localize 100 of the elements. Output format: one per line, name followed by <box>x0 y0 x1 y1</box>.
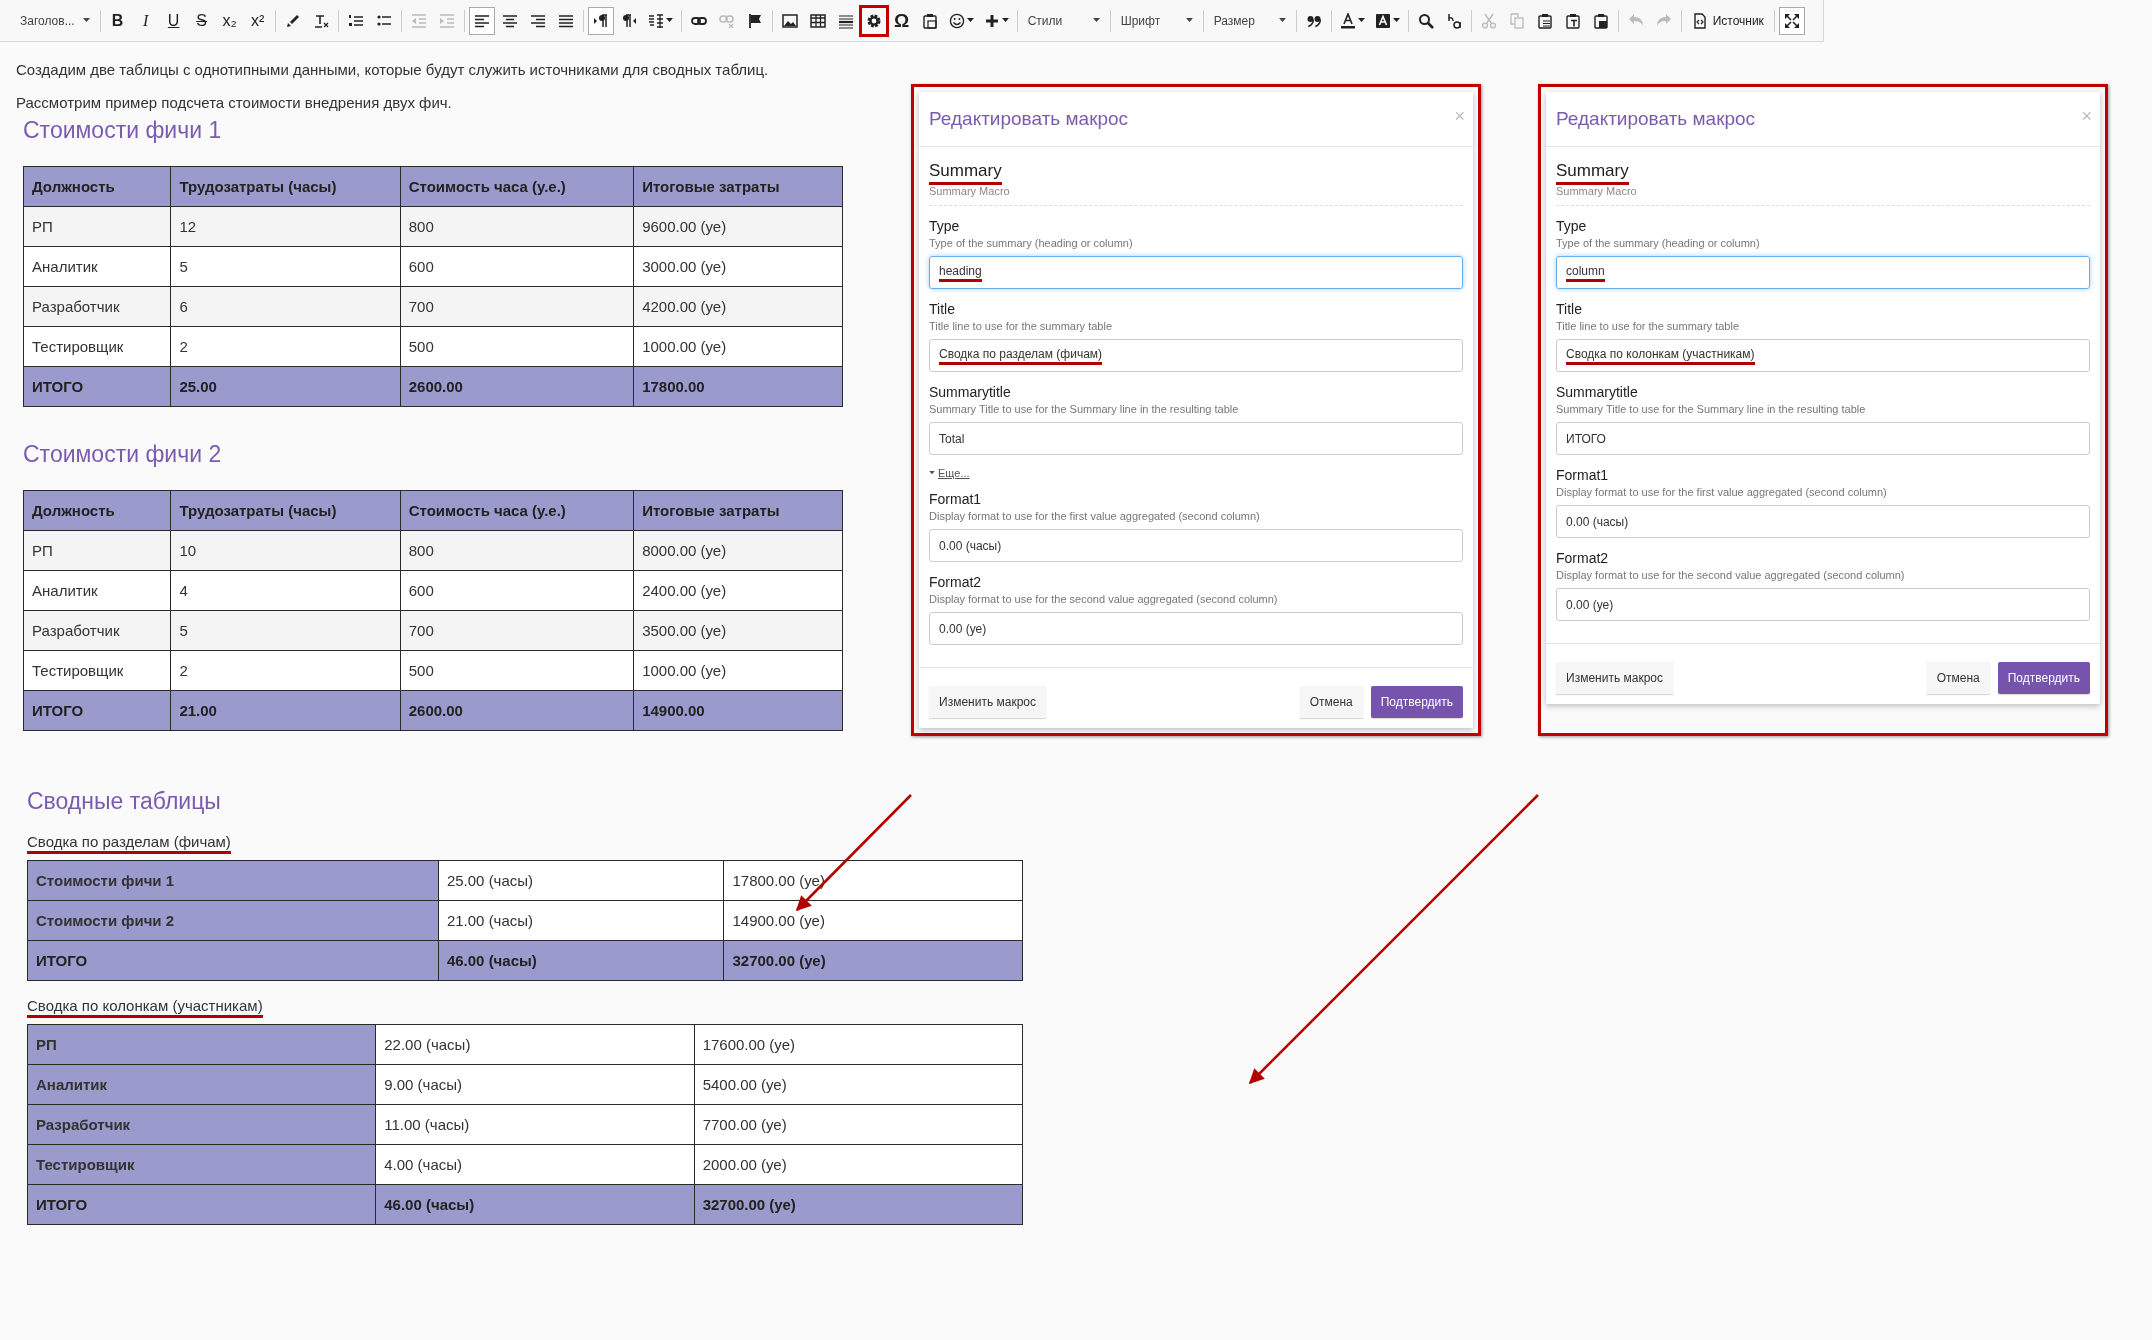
macro-name: Summary <box>929 161 1002 185</box>
input-field[interactable]: Сводка по разделам (фичам) <box>929 339 1463 372</box>
table-cell: 4 <box>170 570 401 611</box>
total-cell: 32700.00 (уе) <box>724 940 1023 981</box>
table-cell: 1000.00 (уе) <box>633 650 843 691</box>
plus-icon <box>983 12 1000 29</box>
table-cell: 12 <box>170 206 401 247</box>
caret-icon <box>1357 18 1365 23</box>
input-field[interactable]: 0.00 (часы) <box>1556 505 2090 538</box>
align-center-icon <box>501 12 518 29</box>
toolbar-button[interactable]: Ω <box>888 6 915 35</box>
table-cell: 2400.00 (уе) <box>633 570 843 611</box>
field-label: Summarytitle <box>929 384 1012 400</box>
input-field[interactable]: 0.00 (уе) <box>929 612 1463 645</box>
table-cell: 2 <box>170 326 401 367</box>
dialog-button[interactable]: Отмена <box>1299 686 1363 718</box>
total-cell: 14900.00 <box>633 690 843 731</box>
dialog-title: Редактировать макрос <box>1556 108 1756 130</box>
table-cell: 500 <box>400 650 634 691</box>
field-label: Format2 <box>1556 550 1610 566</box>
input-field[interactable]: 0.00 (часы) <box>929 529 1463 562</box>
toolbar-button[interactable]: S <box>188 6 215 35</box>
input-field[interactable]: Сводка по колонкам (участникам) <box>1556 339 2090 372</box>
caret-icon <box>82 18 90 23</box>
table-cell: 500 <box>400 326 634 367</box>
paragraph: Рассмотрим пример подсчета стоимости внедрения двух фич. <box>16 93 453 113</box>
confirm-button[interactable]: Подтвердить <box>1997 662 2090 694</box>
source-button[interactable]: Источник <box>1685 6 1770 35</box>
total-cell: ИТОГО <box>23 366 171 407</box>
toolbar-dropdown[interactable]: Шрифт <box>1114 6 1199 35</box>
toolbar-button[interactable]: I <box>132 6 159 35</box>
search-icon <box>1417 12 1434 29</box>
table-cell: 25.00 (часы) <box>438 860 724 901</box>
column-header: Должность <box>23 166 171 207</box>
input-field[interactable]: column <box>1556 256 2090 289</box>
table-cell: 800 <box>400 206 634 247</box>
table-cell: 17800.00 (уе) <box>724 860 1023 901</box>
field-label: Type <box>929 218 961 234</box>
dialog-button[interactable]: Изменить макрос <box>929 686 1046 718</box>
field-description: Type of the summary (heading or column) <box>1556 237 1761 249</box>
table-cell: 9600.00 (уе) <box>633 206 843 247</box>
table-cell: РП <box>23 530 171 571</box>
maximize-button[interactable] <box>1778 6 1805 35</box>
caret-icon <box>1092 18 1100 23</box>
field-label: Format1 <box>929 491 983 507</box>
clear-format-icon <box>312 12 329 29</box>
paragraph: Создадим две таблицы с однотипными данными, которые будут служить источниками для сводных таблиц. <box>16 60 770 80</box>
table-cell: 8000.00 (уе) <box>633 530 843 571</box>
macro-description: Summary Macro <box>1556 185 1638 197</box>
field-description: Display format to use for the first value aggregated (second column) <box>1556 486 1888 498</box>
indent-icon <box>438 12 455 29</box>
table-cell: 14900.00 (уе) <box>724 900 1023 941</box>
toolbar-dropdown[interactable]: Заголов... <box>14 6 96 35</box>
caret-icon <box>1278 18 1286 23</box>
left-to-right-icon <box>592 12 609 29</box>
macro-description: Summary Macro <box>929 185 1011 197</box>
total-cell: ИТОГО <box>27 1184 376 1225</box>
table-cell: 9.00 (часы) <box>375 1064 695 1105</box>
column-header: Стоимость часа (у.е.) <box>400 166 634 207</box>
left-to-right-button[interactable] <box>587 6 614 35</box>
table-cell: Тестировщик <box>23 650 171 691</box>
toolbar-dropdown[interactable]: Размер <box>1207 6 1292 35</box>
gear-button[interactable] <box>860 6 887 35</box>
table-cell: Разработчик <box>23 286 171 327</box>
clipboard-icon <box>1564 12 1581 29</box>
toolbar-dropdown[interactable]: Стили <box>1021 6 1106 35</box>
toolbar-button[interactable]: x₂ <box>216 6 243 35</box>
input-field[interactable]: Total <box>929 422 1463 455</box>
table-cell: 3500.00 (уе) <box>633 610 843 651</box>
total-cell: 25.00 <box>170 366 401 407</box>
toolbar-button[interactable]: x² <box>244 6 271 35</box>
unlink-icon <box>718 12 735 29</box>
text-color-icon <box>1339 12 1356 29</box>
section-heading: Стоимости фичи 2 <box>23 441 223 468</box>
total-cell: 46.00 (часы) <box>438 940 724 981</box>
toolbar-button[interactable]: B <box>104 6 131 35</box>
right-to-left-icon <box>620 12 637 29</box>
paintbrush-icon <box>284 12 301 29</box>
justify-icon <box>557 12 574 29</box>
confirm-button[interactable]: Подтвердить <box>1370 686 1463 718</box>
align-left-button[interactable] <box>468 6 495 35</box>
field-description: Summary Title to use for the Summary line in the resulting table <box>1556 403 1867 415</box>
language-icon <box>647 12 664 29</box>
table-cell: 22.00 (часы) <box>375 1024 695 1065</box>
scissors-icon <box>1480 12 1497 29</box>
total-cell: 21.00 <box>170 690 401 731</box>
horizontal-line-icon <box>837 12 854 29</box>
column-header: Трудозатраты (часы) <box>170 490 401 531</box>
field-description: Summary Title to use for the Summary line in the resulting table <box>929 403 1240 415</box>
more-link[interactable]: Еще... <box>929 467 970 479</box>
input-field[interactable]: heading <box>929 256 1463 289</box>
input-field[interactable]: ИТОГО <box>1556 422 2090 455</box>
table-cell: 7700.00 (уе) <box>694 1104 1023 1145</box>
table-cell: 4200.00 (уе) <box>633 286 843 327</box>
dialog-button[interactable]: Изменить макрос <box>1556 662 1673 694</box>
table-cell: 700 <box>400 286 634 327</box>
input-field[interactable]: 0.00 (уе) <box>1556 588 2090 621</box>
dialog-button[interactable]: Отмена <box>1926 662 1990 694</box>
table-cell: Разработчик <box>23 610 171 651</box>
toolbar-button[interactable]: U <box>160 6 187 35</box>
